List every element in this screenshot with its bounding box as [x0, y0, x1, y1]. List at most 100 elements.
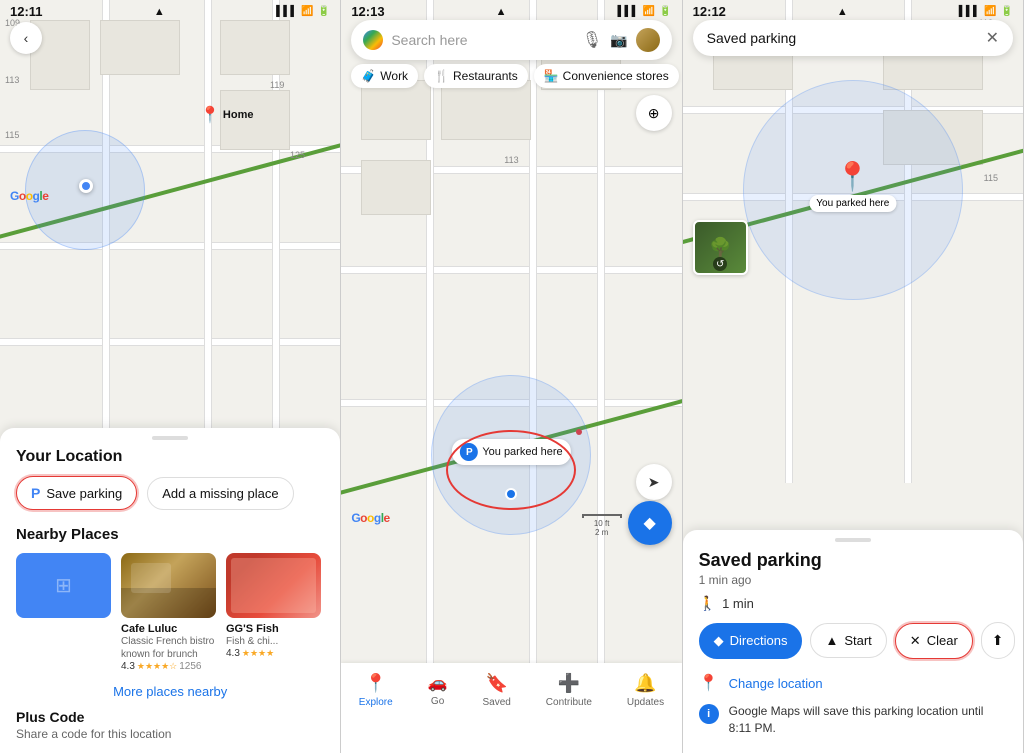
filter-chip-restaurants[interactable]: 🍴 Restaurants: [424, 64, 528, 88]
updates-icon: 🔔: [634, 673, 656, 694]
map-label-115: 115: [5, 130, 19, 140]
saved-parking-title: Saved parking: [699, 550, 1007, 571]
nearby-places-grid: ⊞ Cafe Luluc Classic French bistro known…: [16, 553, 324, 672]
bottom-nav-2: 📍 Explore 🚗 Go 🔖 Saved ➕ Contribute 🔔 Up…: [341, 663, 681, 753]
panel-your-location: 12:11 ▲ ▌▌▌ 📶 🔋 ‹ 109 113 115 119 125: [0, 0, 341, 753]
clear-label: Clear: [927, 633, 958, 648]
time-2: 12:13: [351, 4, 384, 19]
plus-code-title: Plus Code: [16, 709, 324, 725]
home-pin: 📍 Home: [200, 105, 253, 125]
nav-item-explore[interactable]: 📍 Explore: [359, 673, 393, 708]
saved-icon: 🔖: [485, 673, 507, 694]
walk-time-row: 🚶 1 min: [699, 595, 1007, 612]
map-panel3: 113 115 📍 You parked here 🌳 ↺: [683, 0, 1023, 483]
contribute-icon: ➕: [558, 673, 580, 694]
map-label-119: 119: [270, 80, 284, 90]
ggs-img: [226, 553, 321, 618]
directions-button[interactable]: ◆ Directions: [699, 623, 803, 659]
nearby-card-cafe-luluc[interactable]: Cafe Luluc Classic French bistro known f…: [121, 553, 216, 672]
nav-float-icon-2: ◆: [644, 513, 656, 533]
info-row: i Google Maps will save this parking loc…: [699, 703, 1007, 737]
navigation-float-button-2[interactable]: ◆: [628, 501, 672, 545]
walk-icon: 🚶: [699, 595, 716, 612]
navigate-button-2[interactable]: ➤: [636, 464, 672, 500]
battery-icon-3: 🔋: [1001, 6, 1013, 17]
share-icon: ⬆: [992, 632, 1004, 649]
more-places-link[interactable]: More places nearby: [16, 684, 324, 699]
clear-search-button-3[interactable]: ✕: [986, 28, 999, 48]
search-bar-area-3: Saved parking ✕: [693, 20, 1013, 56]
camera-icon-2[interactable]: 📷: [610, 32, 627, 49]
explore-label: Explore: [359, 697, 393, 708]
map-label-113: 113: [5, 75, 19, 85]
filter-row-2: 🧳 Work 🍴 Restaurants 🏪 Convenience store…: [351, 64, 671, 88]
parking-action-row: ◆ Directions ▲ Start ✕ Clear ⬆: [699, 622, 1007, 659]
clear-button[interactable]: ✕ Clear: [895, 623, 973, 659]
nearby-card-ggs[interactable]: GG'S Fish Fish & chi... 4.3 ★★★★: [226, 553, 321, 672]
signal-icon-1: ▌▌▌: [276, 6, 297, 17]
restaurants-icon: 🍴: [434, 69, 449, 83]
wifi-icon-2: 📶: [643, 6, 655, 17]
user-avatar-2[interactable]: [636, 28, 660, 52]
nearby-card-img-1: ⊞: [16, 553, 111, 618]
change-location-icon: 📍: [699, 673, 719, 693]
home-label: Home: [223, 109, 254, 121]
parking-p-icon: P: [31, 485, 40, 501]
status-icons-3: ▌▌▌ 📶 🔋: [959, 6, 1013, 17]
location-thumbnail-3[interactable]: 🌳 ↺: [693, 220, 748, 275]
share-button[interactable]: ⬆: [981, 622, 1015, 659]
bottom-sheet-panel3: Saved parking 1 min ago 🚶 1 min ◆ Direct…: [683, 530, 1023, 753]
google-maps-icon-2: [363, 30, 383, 50]
search-input-2[interactable]: Search here: [391, 32, 574, 48]
map-label-113-p2: 113: [504, 155, 518, 165]
sheet-handle-3: [835, 538, 871, 542]
add-missing-place-button[interactable]: Add a missing place: [147, 477, 293, 510]
layers-button-2[interactable]: ⊕: [636, 95, 672, 131]
wifi-icon-1: 📶: [301, 6, 313, 17]
change-location-row: 📍 Change location: [699, 673, 1007, 693]
search-bar-2[interactable]: Search here 🎙 📷: [351, 20, 671, 60]
google-logo-1: Google: [10, 188, 48, 203]
work-label: Work: [380, 69, 408, 83]
microphone-icon-2[interactable]: 🎙: [582, 30, 602, 50]
your-location-title: Your Location: [16, 448, 324, 466]
convenience-label: Convenience stores: [563, 69, 669, 83]
ggs-rating: 4.3 ★★★★: [226, 648, 321, 659]
battery-icon-1: 🔋: [318, 6, 330, 17]
explore-icon: 📍: [365, 673, 387, 694]
contribute-label: Contribute: [546, 697, 592, 708]
nav-item-contribute[interactable]: ➕ Contribute: [546, 673, 592, 708]
filter-chip-work[interactable]: 🧳 Work: [351, 64, 418, 88]
map-label-125: 125: [290, 150, 305, 160]
back-button[interactable]: ‹: [10, 22, 42, 54]
cafe-luluc-img: [121, 553, 216, 618]
cafe-luluc-stars: ★★★★☆: [137, 661, 177, 672]
add-missing-label: Add a missing place: [162, 486, 278, 501]
cafe-luluc-photo: [121, 553, 216, 618]
signal-icon-2: ▌▌▌: [617, 6, 638, 17]
go-icon: 🚗: [428, 673, 448, 693]
info-text: Google Maps will save this parking locat…: [729, 703, 1007, 737]
restaurants-label: Restaurants: [453, 69, 518, 83]
nav-item-updates[interactable]: 🔔 Updates: [627, 673, 664, 708]
cafe-luluc-desc: Classic French bistro known for brunch: [121, 635, 216, 661]
thumbnail-360-icon: ↺: [713, 257, 727, 271]
change-location-link[interactable]: Change location: [729, 676, 823, 691]
search-bar-3[interactable]: Saved parking ✕: [693, 20, 1013, 56]
panel-map-search: 12:13 ▲ ▌▌▌ 📶 🔋 Search here 🎙 📷 🧳 Work 🍴…: [341, 0, 682, 753]
panel-saved-parking: 12:12 ▲ ▌▌▌ 📶 🔋 Saved parking ✕ 113 115: [683, 0, 1024, 753]
save-parking-button[interactable]: P Save parking: [16, 476, 137, 510]
go-label: Go: [431, 696, 444, 707]
placeholder-icon: ⊞: [16, 553, 111, 618]
back-arrow-icon: ‹: [24, 30, 29, 46]
ggs-stars: ★★★★: [242, 648, 274, 659]
ggs-photo: [226, 553, 321, 618]
plus-code-sub: Share a code for this location: [16, 727, 324, 741]
battery-icon-2: 🔋: [659, 6, 671, 17]
google-logo-2: Google: [351, 511, 389, 525]
filter-chip-convenience[interactable]: 🏪 Convenience stores: [534, 64, 679, 88]
nav-item-saved[interactable]: 🔖 Saved: [483, 673, 511, 708]
start-button[interactable]: ▲ Start: [810, 623, 886, 658]
you-parked-label-3: You parked here: [809, 195, 896, 212]
nav-item-go[interactable]: 🚗 Go: [428, 673, 448, 707]
